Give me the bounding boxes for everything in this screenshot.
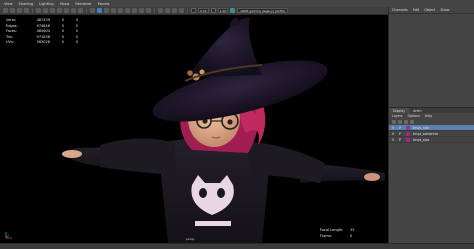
resolution-gate-icon[interactable] (50, 8, 55, 13)
grid-icon[interactable] (36, 8, 41, 13)
bookmark-icon[interactable] (17, 8, 22, 13)
ambient-occlusion-icon[interactable] (132, 8, 137, 13)
layer-playback-toggle[interactable]: P (399, 126, 406, 130)
menu-lighting[interactable]: Lighting (39, 2, 54, 6)
poly-count-hud: Verts: 487439 0 0 Edges: 974846 0 0 Face… (6, 18, 78, 46)
menu-object[interactable]: Object (424, 8, 435, 12)
channel-box-panel: Channels Edit Object Show Display Anim L… (388, 7, 474, 243)
menu-show[interactable]: Show (440, 8, 449, 12)
motion-blur-icon[interactable] (139, 8, 144, 13)
hud-value: 0 (61, 40, 64, 45)
channel-box-content (389, 14, 474, 107)
camera-attributes-icon[interactable] (10, 8, 15, 13)
hud-value: 563028 (36, 40, 50, 45)
tab-anim[interactable]: Anim (409, 108, 425, 113)
view-transform-select[interactable]: sRGB gamma (legacy) (ACES) (237, 8, 289, 13)
film-gate-icon[interactable] (43, 8, 48, 13)
layer-playback-toggle[interactable]: P (399, 138, 406, 142)
bottom-bar (0, 243, 474, 249)
gate-mask-icon[interactable] (57, 8, 62, 13)
frame-label: Frame: (320, 234, 333, 238)
view-axis-icon (5, 232, 12, 239)
gamma-field[interactable]: 1.00 (217, 8, 229, 13)
new-layer-icon[interactable] (404, 120, 408, 124)
menu-options[interactable]: Options (408, 114, 420, 118)
frame-value: 0 (350, 234, 353, 238)
layer-color-swatch[interactable] (406, 125, 410, 130)
tab-display[interactable]: Display (389, 108, 410, 113)
move-layer-down-icon[interactable] (398, 120, 402, 124)
layer-name: bruja_ruth (413, 125, 430, 130)
xray-joints-icon[interactable] (172, 8, 177, 13)
camera-hud: Focal Length: 35 Frame: 0 (320, 227, 354, 239)
toolbar-separator (154, 8, 155, 13)
menu-layers[interactable]: Layers (392, 114, 403, 118)
layer-visibility-toggle[interactable]: V (392, 126, 399, 130)
layer-color-swatch[interactable] (406, 137, 410, 142)
layer-name: bruja_sombrero (413, 131, 438, 136)
safe-title-icon[interactable] (78, 8, 83, 13)
hud-row-uvs: UVs: 563028 0 0 (6, 40, 78, 46)
layer-row[interactable]: V P bruja_ojos (389, 137, 474, 143)
viewport-toolbar: 0.00 1.00 sRGB gamma (legacy) (ACES) (0, 7, 388, 15)
move-layer-up-icon[interactable] (392, 120, 396, 124)
safe-action-icon[interactable] (71, 8, 76, 13)
menu-show[interactable]: Show (60, 2, 70, 6)
textured-icon[interactable] (111, 8, 116, 13)
menu-help[interactable]: Help (425, 114, 432, 118)
xray-icon[interactable] (165, 8, 170, 13)
layer-visibility-toggle[interactable]: V (392, 132, 399, 136)
exposure-field[interactable]: 0.00 (198, 8, 209, 13)
layer-visibility-toggle[interactable]: V (392, 138, 399, 142)
character-render (62, 17, 385, 243)
hud-label: UVs: (6, 40, 14, 45)
menu-shading[interactable]: Shading (19, 2, 34, 6)
exposure-icon[interactable] (191, 8, 196, 13)
backface-icon[interactable] (179, 8, 184, 13)
camera-select-icon[interactable] (3, 8, 8, 13)
camera-name-label: persp (186, 237, 195, 241)
gamma-icon[interactable] (210, 8, 216, 13)
menu-edit[interactable]: Edit (413, 8, 420, 12)
wireframe-icon[interactable] (90, 8, 95, 13)
menu-view[interactable]: View (4, 2, 13, 6)
anti-aliasing-icon[interactable] (146, 8, 151, 13)
lights-icon[interactable] (118, 8, 123, 13)
channel-box-menu: Channels Edit Object Show (389, 7, 474, 14)
isolate-select-icon[interactable] (158, 8, 163, 13)
toolbar-separator (32, 8, 33, 13)
toolbar-separator (86, 8, 87, 13)
viewport[interactable]: Verts: 487439 0 0 Edges: 974846 0 0 Face… (0, 15, 388, 243)
layer-playback-toggle[interactable]: P (399, 132, 406, 136)
wireframe-on-shaded-icon[interactable] (104, 8, 109, 13)
smooth-shade-icon[interactable] (97, 8, 102, 13)
menu-renderer[interactable]: Renderer (75, 2, 91, 6)
new-layer-selected-icon[interactable] (410, 120, 414, 124)
menu-channels[interactable]: Channels (392, 8, 408, 12)
layer-color-swatch[interactable] (406, 131, 410, 136)
toolbar-separator (187, 8, 188, 13)
viewport-menubar: View Shading Lighting Show Renderer Pane… (0, 0, 474, 7)
hud-value: 0 (75, 40, 78, 45)
menu-panels[interactable]: Panels (98, 2, 110, 6)
shadows-icon[interactable] (125, 8, 130, 13)
image-plane-icon[interactable] (24, 8, 29, 13)
layer-name: bruja_ojos (413, 137, 430, 142)
field-chart-icon[interactable] (64, 8, 69, 13)
color-management-icon[interactable] (230, 8, 236, 13)
